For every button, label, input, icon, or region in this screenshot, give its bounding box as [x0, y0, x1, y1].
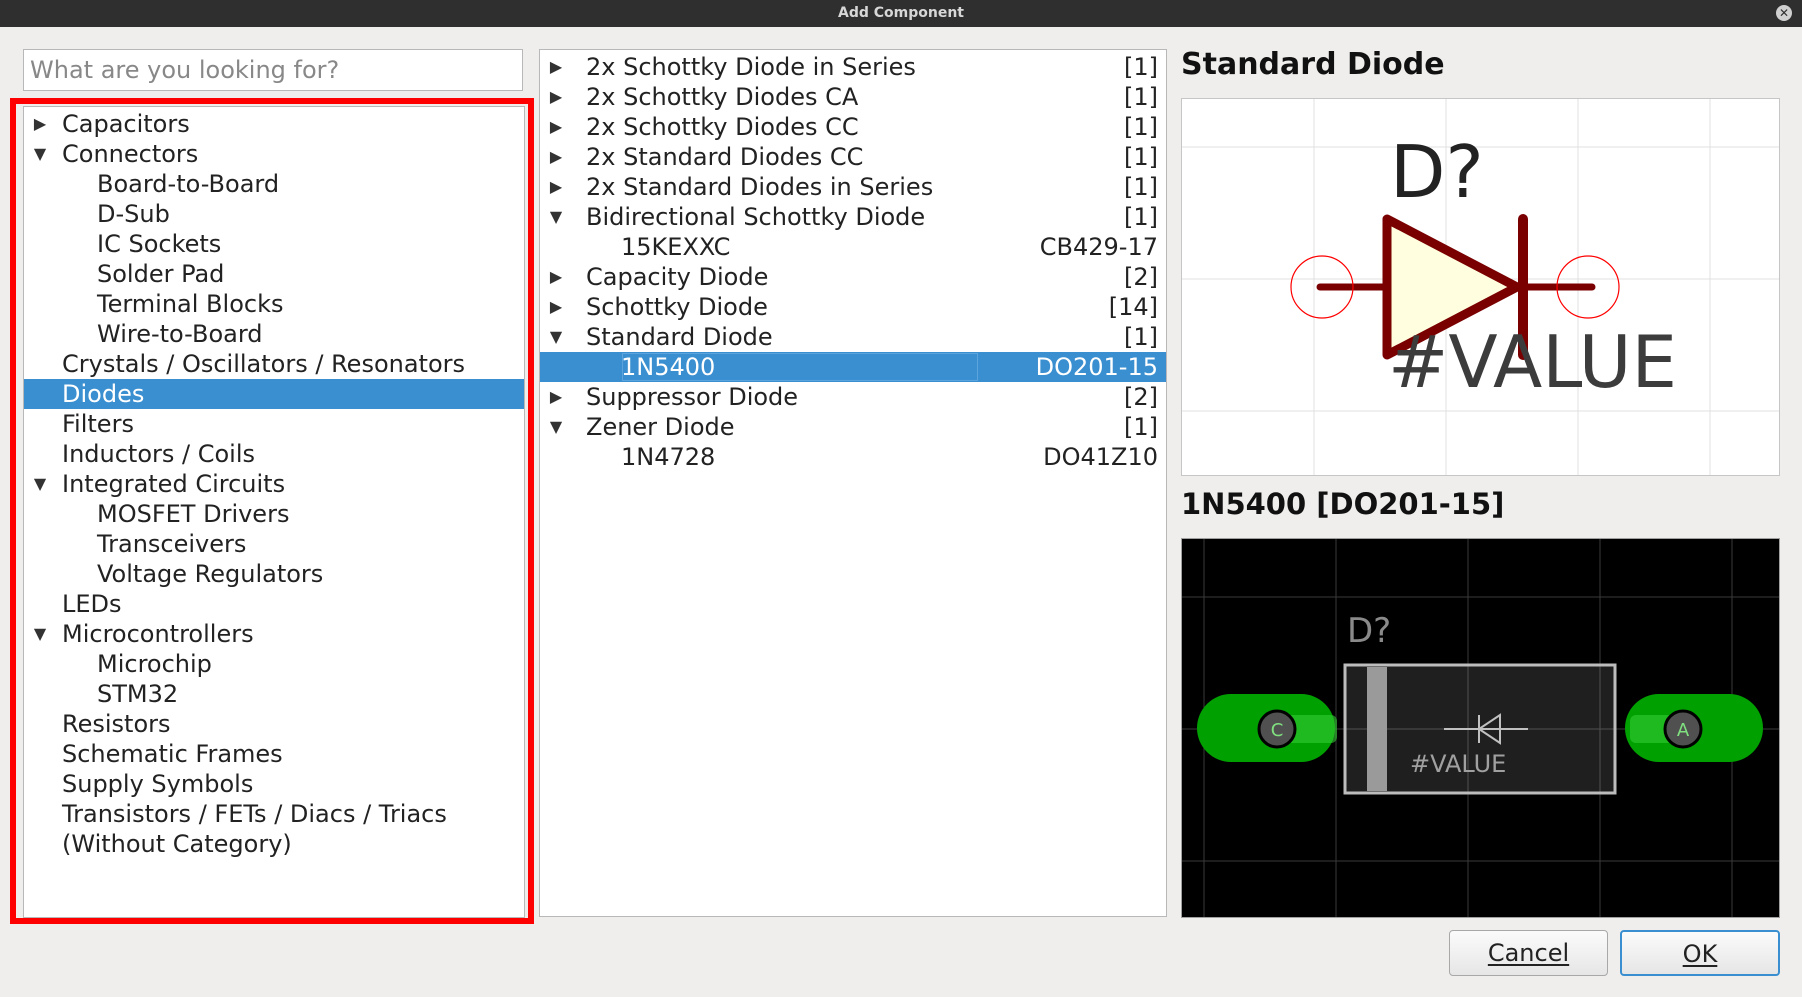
cathode-band — [1367, 667, 1387, 791]
component-label: Bidirectional Schottky Diode — [586, 203, 926, 231]
component-item[interactable]: 15KEXXC CB429-17 — [540, 232, 1166, 262]
collapse-arrow-right-icon[interactable]: ▶ — [544, 142, 568, 172]
component-label: 2x Schottky Diode in Series — [586, 53, 916, 81]
component-label: Capacity Diode — [586, 263, 769, 291]
component-item[interactable]: ▶ Schottky Diode [14] — [540, 292, 1166, 322]
collapse-arrow-right-icon[interactable]: ▶ — [544, 112, 568, 142]
component-label: Zener Diode — [586, 413, 735, 441]
component-label: 2x Schottky Diodes CC — [586, 113, 859, 141]
component-item[interactable]: ▶ 2x Schottky Diodes CA [1] — [540, 82, 1166, 112]
component-label: Schottky Diode — [586, 293, 768, 321]
component-label: 15KEXXC — [621, 233, 731, 261]
footprint-value-label: #VALUE — [1410, 750, 1506, 778]
search-input[interactable] — [23, 49, 523, 91]
component-count-or-package: [1] — [1124, 113, 1158, 141]
collapse-arrow-right-icon[interactable]: ▶ — [544, 82, 568, 112]
collapse-arrow-right-icon[interactable]: ▶ — [544, 262, 568, 292]
collapse-arrow-right-icon[interactable]: ▶ — [544, 382, 568, 412]
close-icon[interactable]: ✕ — [1776, 5, 1792, 21]
footprint-name-label: D? — [1347, 611, 1391, 651]
title-bar: Add Component ✕ — [0, 0, 1802, 27]
component-item[interactable]: ▼ Bidirectional Schottky Diode [1] — [540, 202, 1166, 232]
component-label: Suppressor Diode — [586, 383, 799, 411]
component-item[interactable]: ▶ Capacity Diode [2] — [540, 262, 1166, 292]
component-count-or-package: [1] — [1124, 173, 1158, 201]
symbol-preview: D? #VALUE — [1181, 98, 1780, 476]
component-count-or-package: [1] — [1124, 53, 1158, 81]
component-item[interactable]: 1N5400 DO201-15 — [540, 352, 1166, 382]
component-item[interactable]: ▶ Suppressor Diode [2] — [540, 382, 1166, 412]
symbol-title: Standard Diode — [1181, 47, 1445, 82]
expand-arrow-down-icon[interactable]: ▼ — [544, 202, 568, 232]
component-count-or-package: CB429-17 — [1039, 233, 1158, 261]
component-count-or-package: [1] — [1124, 323, 1158, 351]
component-label: 1N5400 — [621, 353, 716, 381]
component-item[interactable]: ▼ Zener Diode [1] — [540, 412, 1166, 442]
symbol-value-label: #VALUE — [1388, 320, 1677, 404]
component-count-or-package: [1] — [1124, 203, 1158, 231]
component-count-or-package: DO201-15 — [1035, 353, 1158, 381]
component-label: 2x Standard Diodes CC — [586, 143, 864, 171]
component-label: 1N4728 — [621, 443, 716, 471]
component-item[interactable]: ▶ 2x Standard Diodes in Series [1] — [540, 172, 1166, 202]
footprint-preview: D? C A #VALUE — [1181, 538, 1780, 918]
component-item[interactable]: ▶ 2x Standard Diodes CC [1] — [540, 142, 1166, 172]
expand-arrow-down-icon[interactable]: ▼ — [544, 412, 568, 442]
collapse-arrow-right-icon[interactable]: ▶ — [544, 292, 568, 322]
cancel-button[interactable]: Cancel — [1449, 930, 1608, 976]
component-list[interactable]: ▶ 2x Schottky Diode in Series [1] ▶ 2x Schot… — [539, 49, 1167, 917]
window-title: Add Component — [838, 5, 964, 21]
component-count-or-package: [1] — [1124, 83, 1158, 111]
pad-right-label: A — [1677, 720, 1690, 741]
ok-button[interactable]: OK — [1620, 930, 1780, 976]
footprint-preview-canvas: D? C A #VALUE — [1182, 539, 1779, 917]
component-item[interactable]: ▶ 2x Schottky Diode in Series [1] — [540, 52, 1166, 82]
component-count-or-package: [1] — [1124, 413, 1158, 441]
component-count-or-package: [2] — [1124, 263, 1158, 291]
component-label: Standard Diode — [586, 323, 773, 351]
component-label: 2x Schottky Diodes CA — [586, 83, 859, 111]
symbol-preview-canvas: D? #VALUE — [1182, 99, 1779, 475]
component-label: 2x Standard Diodes in Series — [586, 173, 934, 201]
collapse-arrow-right-icon[interactable]: ▶ — [544, 52, 568, 82]
component-count-or-package: [14] — [1108, 293, 1158, 321]
pad-left-label: C — [1271, 720, 1284, 741]
symbol-name-label: D? — [1390, 130, 1484, 214]
component-count-or-package: [1] — [1124, 143, 1158, 171]
collapse-arrow-right-icon[interactable]: ▶ — [544, 172, 568, 202]
highlight-frame — [10, 98, 534, 924]
component-item[interactable]: ▶ 2x Schottky Diodes CC [1] — [540, 112, 1166, 142]
expand-arrow-down-icon[interactable]: ▼ — [544, 322, 568, 352]
component-item[interactable]: ▼ Standard Diode [1] — [540, 322, 1166, 352]
footprint-title: 1N5400 [DO201-15] — [1181, 487, 1505, 521]
component-count-or-package: [2] — [1124, 383, 1158, 411]
component-item[interactable]: 1N4728 DO41Z10 — [540, 442, 1166, 472]
component-count-or-package: DO41Z10 — [1043, 443, 1158, 471]
